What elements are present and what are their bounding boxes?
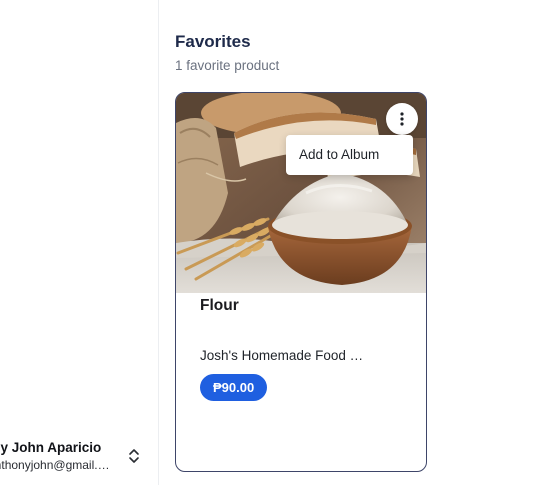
- sidebar: ony John Aparicio o.anthonyjohn@gmail.co…: [0, 0, 159, 485]
- user-name: ony John Aparicio: [0, 440, 102, 455]
- user-account-switcher[interactable]: ony John Aparicio o.anthonyjohn@gmail.co…: [0, 434, 158, 478]
- chevron-up-down-icon[interactable]: [126, 446, 142, 466]
- price-badge: ₱90.00: [200, 374, 268, 401]
- favorites-count: 1 favorite product: [175, 58, 280, 73]
- add-to-album-menu-item[interactable]: Add to Album: [299, 147, 379, 162]
- favorites-page: Favorites 1 favorite product Add to Albu…: [159, 0, 542, 485]
- product-options-button[interactable]: [386, 103, 418, 135]
- more-vertical-icon: [400, 112, 404, 126]
- user-email: o.anthonyjohn@gmail.com: [0, 458, 114, 472]
- product-card[interactable]: Add to Album Flour Josh's Homemade Food …: [175, 92, 427, 472]
- page-title: Favorites: [175, 32, 251, 51]
- product-options-menu: Add to Album: [286, 135, 413, 175]
- product-name: Flour: [200, 297, 239, 314]
- seller-name[interactable]: Josh's Homemade Food Products: [200, 348, 370, 363]
